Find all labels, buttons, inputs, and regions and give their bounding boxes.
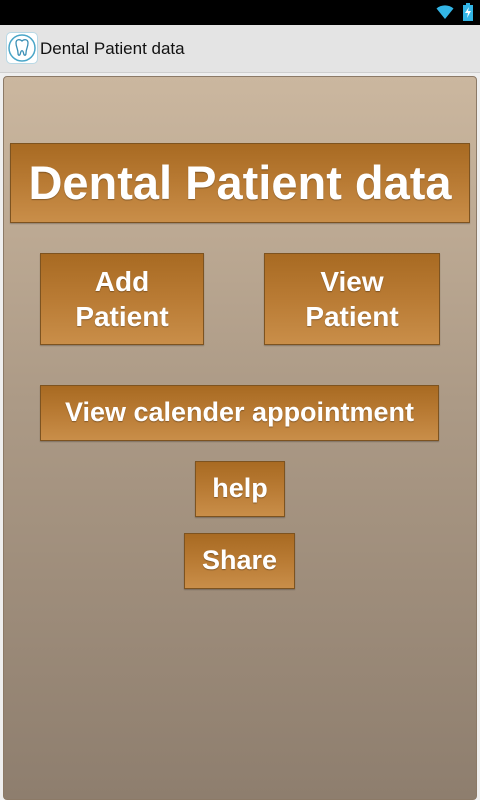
share-button[interactable]: Share: [184, 533, 295, 589]
app-title: Dental Patient data: [40, 39, 185, 58]
add-patient-button[interactable]: Add Patient: [40, 253, 204, 345]
help-button[interactable]: help: [195, 461, 285, 517]
wifi-icon: [436, 3, 454, 21]
app-screen: Dental Patient data Dental Patient data …: [0, 0, 480, 800]
battery-charging-icon: [463, 3, 473, 21]
view-calendar-appointment-button[interactable]: View calender appointment: [40, 385, 439, 441]
tooth-icon[interactable]: [6, 32, 38, 64]
view-patient-button[interactable]: View Patient: [264, 253, 440, 345]
page-title: Dental Patient data: [10, 143, 470, 223]
status-bar: [0, 0, 480, 25]
action-bar: Dental Patient data: [0, 25, 480, 73]
